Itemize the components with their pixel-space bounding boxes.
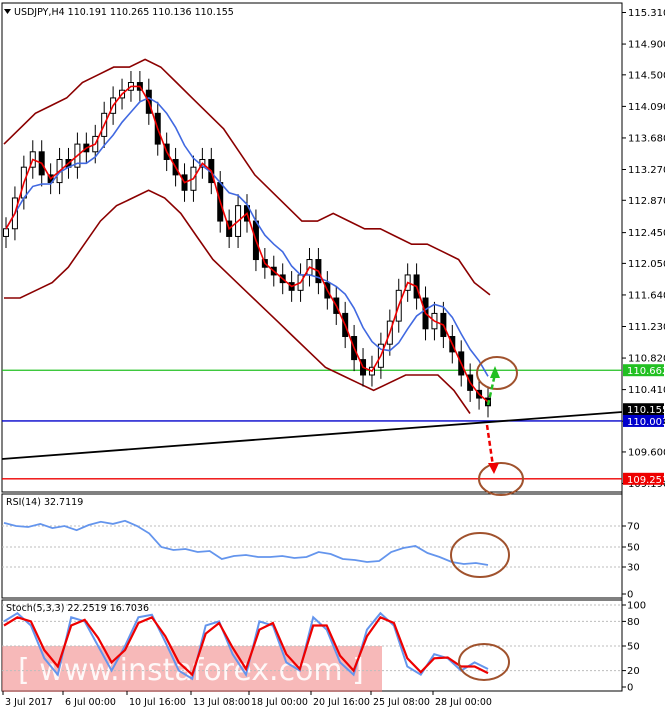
level-label: 109.251 xyxy=(627,475,665,486)
stoch-title: Stoch(5,3,3) 22.2519 16.7036 xyxy=(6,603,149,614)
level-label: 110.003 xyxy=(627,417,665,428)
time-tick-label: 13 Jul 08:00 xyxy=(193,697,250,708)
price-tick-label: 111.230 xyxy=(628,322,665,333)
stoch-tick-label: 50 xyxy=(627,642,640,653)
price-tick-label: 110.410 xyxy=(628,385,665,396)
stoch-tick-label: 80 xyxy=(627,617,640,628)
time-tick-label: 10 Jul 16:00 xyxy=(129,697,186,708)
price-tick-label: 114.900 xyxy=(628,40,665,51)
price-tick-label: 109.600 xyxy=(628,447,665,458)
stoch-tick-label: 20 xyxy=(627,666,640,677)
price-tick-label: 114.500 xyxy=(628,70,665,81)
level-label: 110.662 xyxy=(627,366,665,377)
time-tick-label: 18 Jul 00:00 xyxy=(251,697,308,708)
price-tick-label: 111.640 xyxy=(628,290,665,301)
time-tick-label: 28 Jul 00:00 xyxy=(435,697,492,708)
rsi-tick-label: 50 xyxy=(627,543,640,554)
price-tick-label: 113.270 xyxy=(628,165,665,176)
stoch-tick-label: 0 xyxy=(627,683,633,694)
price-tick-label: 112.450 xyxy=(628,228,665,239)
price-tick-label: 112.870 xyxy=(628,196,665,207)
candle-body xyxy=(3,228,9,237)
time-tick-label: 3 Jul 2017 xyxy=(5,697,53,708)
rsi-title: RSI(14) 32.7119 xyxy=(6,497,83,508)
chart-canvas[interactable]: [ www.instaforex.com ]115.310114.900114.… xyxy=(0,0,665,712)
level-label: 110.155 xyxy=(627,405,665,416)
price-tick-label: 110.820 xyxy=(628,354,665,365)
price-tick-label: 114.090 xyxy=(628,102,665,113)
time-tick-label: 6 Jul 00:00 xyxy=(65,697,116,708)
rsi-tick-label: 30 xyxy=(627,563,640,574)
rsi-tick-label: 0 xyxy=(627,590,633,601)
stoch-tick-label: 100 xyxy=(627,601,646,612)
price-tick-label: 112.050 xyxy=(628,259,665,270)
rsi-tick-label: 70 xyxy=(627,522,640,533)
time-tick-label: 25 Jul 08:00 xyxy=(373,697,430,708)
price-tick-label: 115.310 xyxy=(628,8,665,19)
chart-window: [ www.instaforex.com ]115.310114.900114.… xyxy=(0,0,665,712)
price-tick-label: 113.680 xyxy=(628,133,665,144)
rsi-panel xyxy=(1,493,623,599)
time-tick-label: 20 Jul 16:00 xyxy=(313,697,370,708)
price-title: USDJPY,H4 110.191 110.265 110.136 110.15… xyxy=(14,7,234,18)
